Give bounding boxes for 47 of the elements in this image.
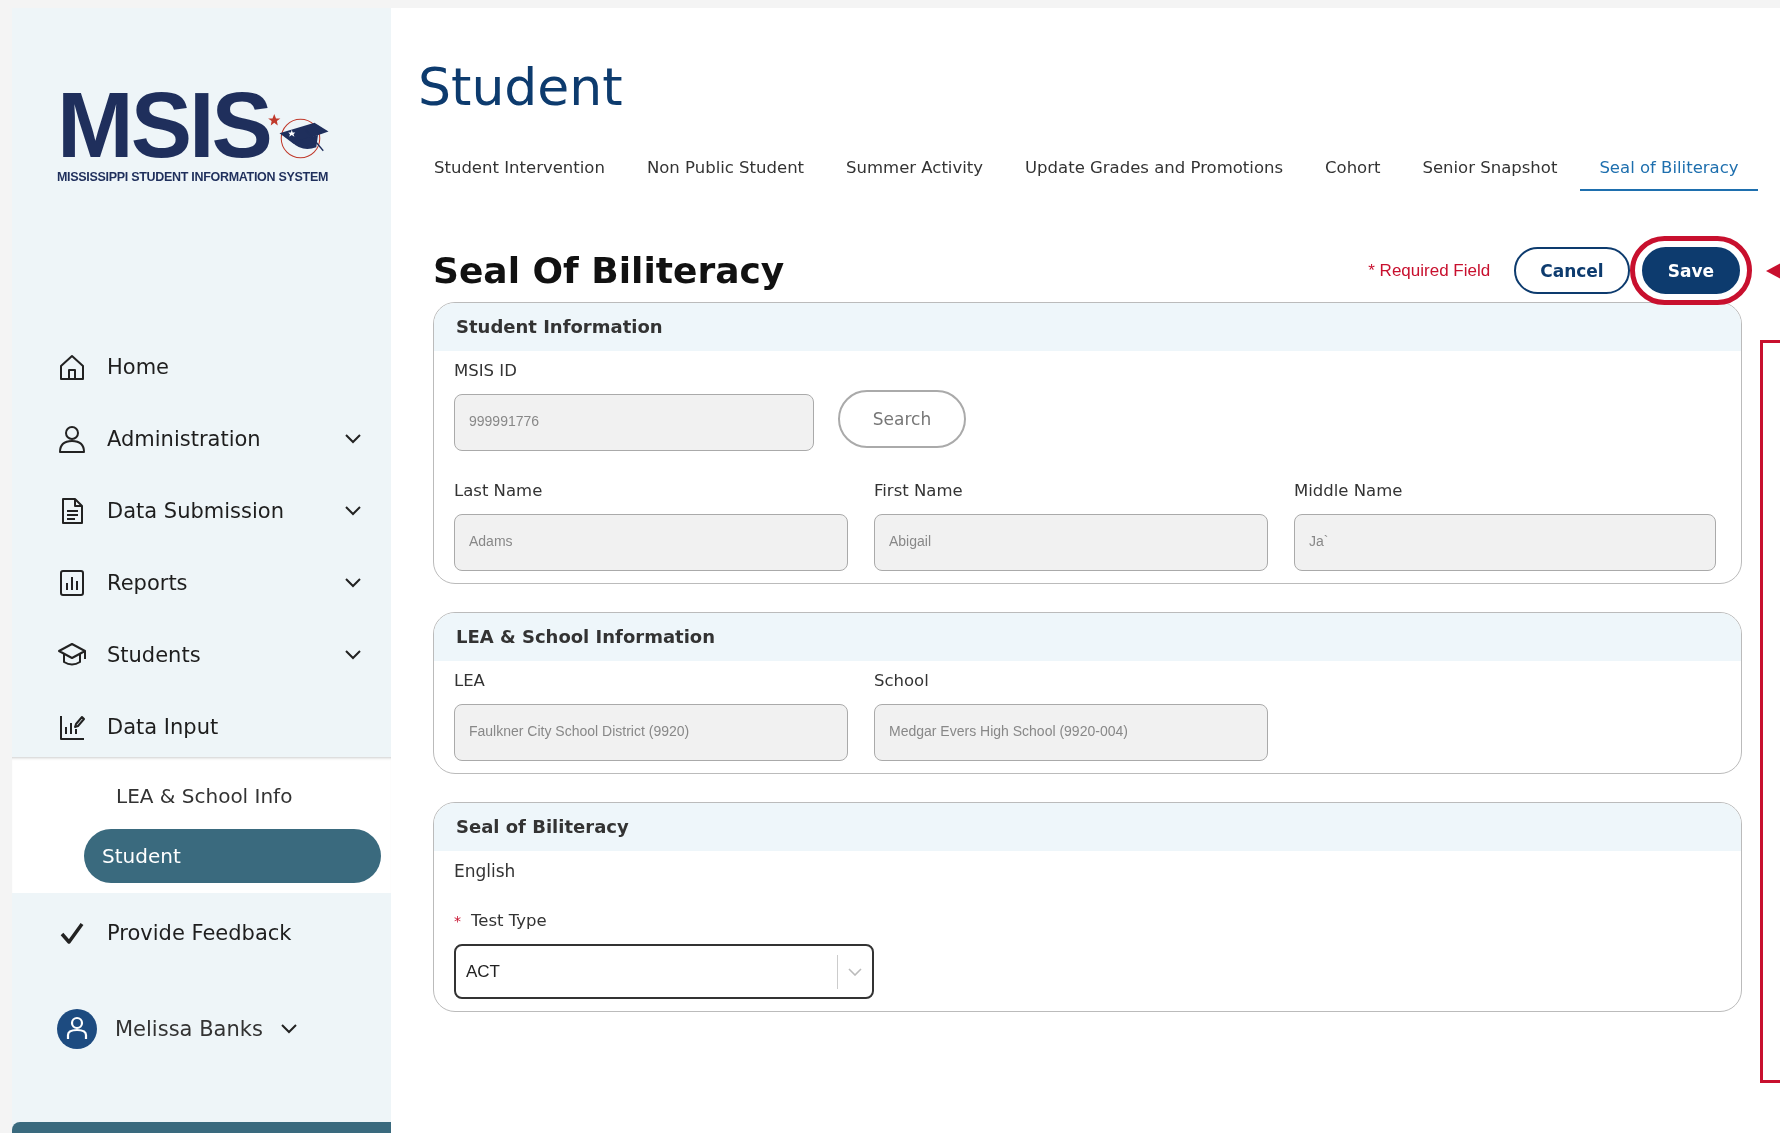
form-button[interactable]: Cancel	[1514, 247, 1630, 295]
avatar-icon	[57, 1009, 97, 1049]
msis-logo[interactable]: MSIS MISSISSIPPI STUDENT INFORMATION SYSTEM	[57, 86, 357, 184]
field-label: Middle Name	[1294, 481, 1403, 501]
form-title: Seal Of Biliteracy	[433, 250, 786, 292]
user-menu[interactable]: Melissa Banks	[12, 999, 391, 1059]
nav-item[interactable]: Data Input	[12, 691, 391, 763]
nav-item[interactable]: Home	[12, 331, 391, 403]
submenu-item[interactable]: LEA & School Info	[84, 769, 381, 823]
nav-item[interactable]: Administration	[12, 403, 391, 475]
chevron-down-icon	[345, 506, 361, 516]
nav-item[interactable]: Provide Feedback	[12, 897, 391, 969]
nav-item[interactable]: Data Submission	[12, 475, 391, 547]
tab[interactable]: Summer Activity	[827, 152, 1003, 192]
field-label: Test Type	[471, 911, 547, 931]
tab[interactable]: Senior Snapshot	[1403, 152, 1577, 192]
page-title: Student	[418, 56, 624, 119]
tab[interactable]: Non Public Student	[627, 152, 824, 192]
submenu-item[interactable]: Student	[84, 829, 381, 883]
search-button[interactable]: Search	[838, 390, 966, 449]
chevron-down-icon	[280, 1024, 297, 1034]
form-button[interactable]: Save	[1641, 247, 1740, 295]
field-label: MSIS ID	[454, 361, 517, 381]
select-field[interactable]: ACT	[454, 944, 874, 1000]
field-label: First Name	[874, 481, 963, 501]
chevron-down-icon	[345, 578, 361, 588]
chevron-down-icon	[345, 650, 361, 660]
bar-chart-icon	[57, 568, 87, 598]
tab[interactable]: Cohort	[1306, 152, 1400, 192]
required-asterisk: *	[454, 913, 461, 930]
field-label: Last Name	[454, 481, 543, 501]
section-header: Seal of Biliteracy	[434, 803, 1741, 852]
chevron-down-icon	[345, 434, 361, 444]
tab[interactable]: Update Grades and Promotions	[1006, 152, 1303, 192]
chevron-down-icon	[848, 967, 862, 976]
nav-item[interactable]: Reports	[12, 547, 391, 619]
person-icon	[57, 424, 87, 454]
field-label: School	[874, 671, 929, 691]
nav-item[interactable]: Students	[12, 619, 391, 691]
home-icon	[57, 352, 87, 382]
tab[interactable]: Seal of Biliteracy	[1580, 152, 1758, 192]
section-header: LEA & School Information	[434, 613, 1741, 662]
language-label: English	[454, 861, 517, 882]
field-label: LEA	[454, 671, 485, 691]
tab[interactable]: Student Intervention	[433, 152, 624, 192]
required-note: * Required Field	[1368, 260, 1491, 281]
section-header: Student Information	[434, 303, 1741, 352]
